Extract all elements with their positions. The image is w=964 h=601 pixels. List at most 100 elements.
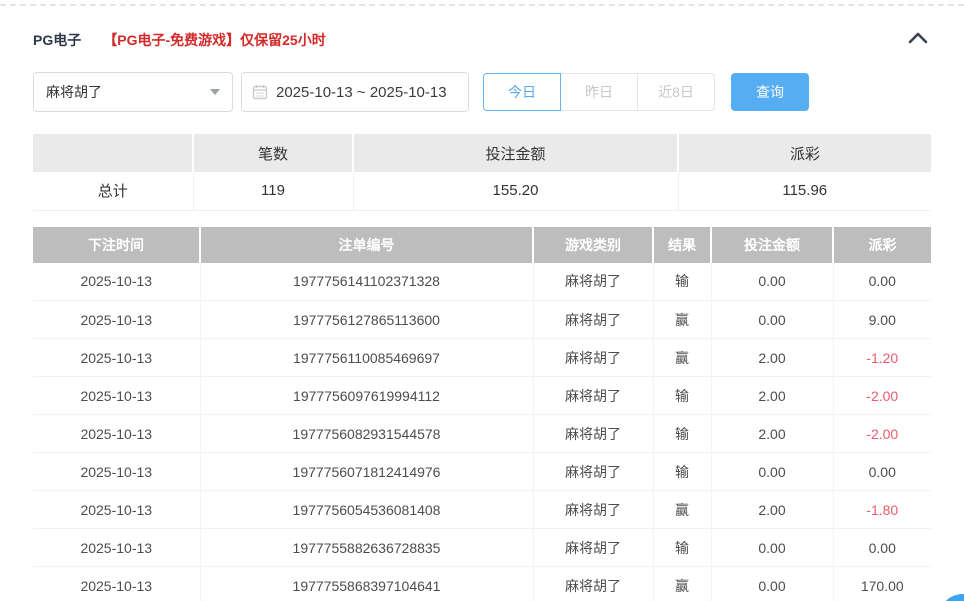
record-bet-id: 1977756110085469697 bbox=[200, 339, 533, 377]
record-bet-id: 1977756054536081408 bbox=[200, 491, 533, 529]
summary-total-payout: 115.96 bbox=[678, 172, 931, 210]
record-result: 赢 bbox=[653, 339, 711, 377]
panel-notice: 【PG电子-免费游戏】仅保留25小时 bbox=[103, 30, 325, 50]
record-bet-id: 1977756097619994112 bbox=[200, 377, 533, 415]
record-row: 2025-10-13 1977756071812414976 麻将胡了 输 0.… bbox=[33, 453, 931, 491]
records-header-game-type: 游戏类别 bbox=[533, 227, 653, 263]
records-header-payout: 派彩 bbox=[833, 227, 931, 263]
game-select[interactable]: 麻将胡了 bbox=[33, 72, 233, 112]
summary-total-bet-amount: 155.20 bbox=[353, 172, 678, 210]
record-bet-amount: 2.00 bbox=[711, 415, 833, 453]
summary-header-count: 笔数 bbox=[193, 134, 353, 172]
summary-header-row: 笔数 投注金额 派彩 bbox=[33, 134, 931, 172]
summary-total-row: 总计 119 155.20 115.96 bbox=[33, 172, 931, 210]
summary-total-label: 总计 bbox=[33, 172, 193, 210]
date-range-input[interactable]: 2025-10-13 ~ 2025-10-13 bbox=[241, 72, 469, 112]
record-row: 2025-10-13 1977756082931544578 麻将胡了 输 2.… bbox=[33, 415, 931, 453]
summary-header-bet-amount: 投注金额 bbox=[353, 134, 678, 172]
record-bet-amount: 0.00 bbox=[711, 301, 833, 339]
record-result: 输 bbox=[653, 415, 711, 453]
record-bet-amount: 2.00 bbox=[711, 339, 833, 377]
record-bet-time: 2025-10-13 bbox=[33, 301, 200, 339]
records-body: 2025-10-13 1977756141102371328 麻将胡了 输 0.… bbox=[33, 263, 931, 601]
records-header-bet-amount: 投注金额 bbox=[711, 227, 833, 263]
record-payout: 170.00 bbox=[833, 567, 931, 601]
summary-total-count: 119 bbox=[193, 172, 353, 210]
record-bet-time: 2025-10-13 bbox=[33, 415, 200, 453]
record-game-type: 麻将胡了 bbox=[533, 567, 653, 601]
record-payout: -2.00 bbox=[833, 415, 931, 453]
collapse-panel-button[interactable] bbox=[908, 31, 928, 49]
record-bet-time: 2025-10-13 bbox=[33, 377, 200, 415]
record-game-type: 麻将胡了 bbox=[533, 301, 653, 339]
record-payout: 9.00 bbox=[833, 301, 931, 339]
caret-down-icon bbox=[210, 89, 220, 95]
record-game-type: 麻将胡了 bbox=[533, 415, 653, 453]
records-table: 下注时间 注单编号 游戏类别 结果 投注金额 派彩 2025-10-13 197… bbox=[33, 227, 931, 601]
search-button[interactable]: 查询 bbox=[731, 73, 809, 111]
record-bet-id: 1977755882636728835 bbox=[200, 529, 533, 567]
record-row: 2025-10-13 1977755882636728835 麻将胡了 输 0.… bbox=[33, 529, 931, 567]
record-payout: -1.20 bbox=[833, 339, 931, 377]
record-result: 输 bbox=[653, 453, 711, 491]
record-row: 2025-10-13 1977756054536081408 麻将胡了 赢 2.… bbox=[33, 491, 931, 529]
record-bet-id: 1977756082931544578 bbox=[200, 415, 533, 453]
summary-table: 笔数 投注金额 派彩 总计 119 155.20 115.96 bbox=[33, 134, 931, 211]
game-select-value: 麻将胡了 bbox=[46, 82, 102, 102]
record-payout: -1.80 bbox=[833, 491, 931, 529]
record-row: 2025-10-13 1977756110085469697 麻将胡了 赢 2.… bbox=[33, 339, 931, 377]
record-result: 输 bbox=[653, 377, 711, 415]
record-bet-time: 2025-10-13 bbox=[33, 529, 200, 567]
record-bet-id: 1977755868397104641 bbox=[200, 567, 533, 601]
record-result: 赢 bbox=[653, 301, 711, 339]
records-header-row: 下注时间 注单编号 游戏类别 结果 投注金额 派彩 bbox=[33, 227, 931, 263]
floating-action-button[interactable] bbox=[938, 594, 964, 601]
chevron-up-icon bbox=[908, 31, 928, 49]
record-bet-amount: 0.00 bbox=[711, 453, 833, 491]
record-bet-time: 2025-10-13 bbox=[33, 567, 200, 601]
summary-header-blank bbox=[33, 134, 193, 172]
record-bet-amount: 0.00 bbox=[711, 263, 833, 301]
record-bet-amount: 2.00 bbox=[711, 377, 833, 415]
record-bet-time: 2025-10-13 bbox=[33, 453, 200, 491]
record-bet-id: 1977756071812414976 bbox=[200, 453, 533, 491]
panel-header: PG电子 【PG电子-免费游戏】仅保留25小时 bbox=[33, 30, 928, 50]
record-result: 赢 bbox=[653, 491, 711, 529]
summary-header-payout: 派彩 bbox=[678, 134, 931, 172]
record-game-type: 麻将胡了 bbox=[533, 529, 653, 567]
last-8-days-button[interactable]: 近8日 bbox=[637, 73, 715, 111]
record-bet-time: 2025-10-13 bbox=[33, 339, 200, 377]
record-row: 2025-10-13 1977756127865113600 麻将胡了 赢 0.… bbox=[33, 301, 931, 339]
record-bet-id: 1977756141102371328 bbox=[200, 263, 533, 301]
record-bet-amount: 0.00 bbox=[711, 529, 833, 567]
records-header-bet-time: 下注时间 bbox=[33, 227, 200, 263]
record-payout: 0.00 bbox=[833, 529, 931, 567]
record-result: 输 bbox=[653, 529, 711, 567]
yesterday-button[interactable]: 昨日 bbox=[560, 73, 638, 111]
today-button[interactable]: 今日 bbox=[483, 73, 561, 111]
record-game-type: 麻将胡了 bbox=[533, 491, 653, 529]
record-game-type: 麻将胡了 bbox=[533, 339, 653, 377]
record-game-type: 麻将胡了 bbox=[533, 377, 653, 415]
quick-filter-group: 今日 昨日 近8日 bbox=[483, 73, 715, 111]
records-header-bet-id: 注单编号 bbox=[200, 227, 533, 263]
record-result: 赢 bbox=[653, 567, 711, 601]
record-bet-amount: 2.00 bbox=[711, 491, 833, 529]
panel-title: PG电子 bbox=[33, 30, 81, 50]
dashed-divider bbox=[0, 4, 964, 6]
records-header-result: 结果 bbox=[653, 227, 711, 263]
record-result: 输 bbox=[653, 263, 711, 301]
record-row: 2025-10-13 1977756141102371328 麻将胡了 输 0.… bbox=[33, 263, 931, 301]
record-game-type: 麻将胡了 bbox=[533, 453, 653, 491]
record-row: 2025-10-13 1977756097619994112 麻将胡了 输 2.… bbox=[33, 377, 931, 415]
record-payout: 0.00 bbox=[833, 263, 931, 301]
record-row: 2025-10-13 1977755868397104641 麻将胡了 赢 0.… bbox=[33, 567, 931, 601]
record-game-type: 麻将胡了 bbox=[533, 263, 653, 301]
record-payout: 0.00 bbox=[833, 453, 931, 491]
record-bet-time: 2025-10-13 bbox=[33, 491, 200, 529]
calendar-icon bbox=[252, 84, 268, 100]
record-payout: -2.00 bbox=[833, 377, 931, 415]
record-bet-amount: 0.00 bbox=[711, 567, 833, 601]
filter-bar: 麻将胡了 2025-10-13 ~ 2025-10-13 今日 昨日 近8日 查… bbox=[33, 72, 928, 112]
record-bet-time: 2025-10-13 bbox=[33, 263, 200, 301]
